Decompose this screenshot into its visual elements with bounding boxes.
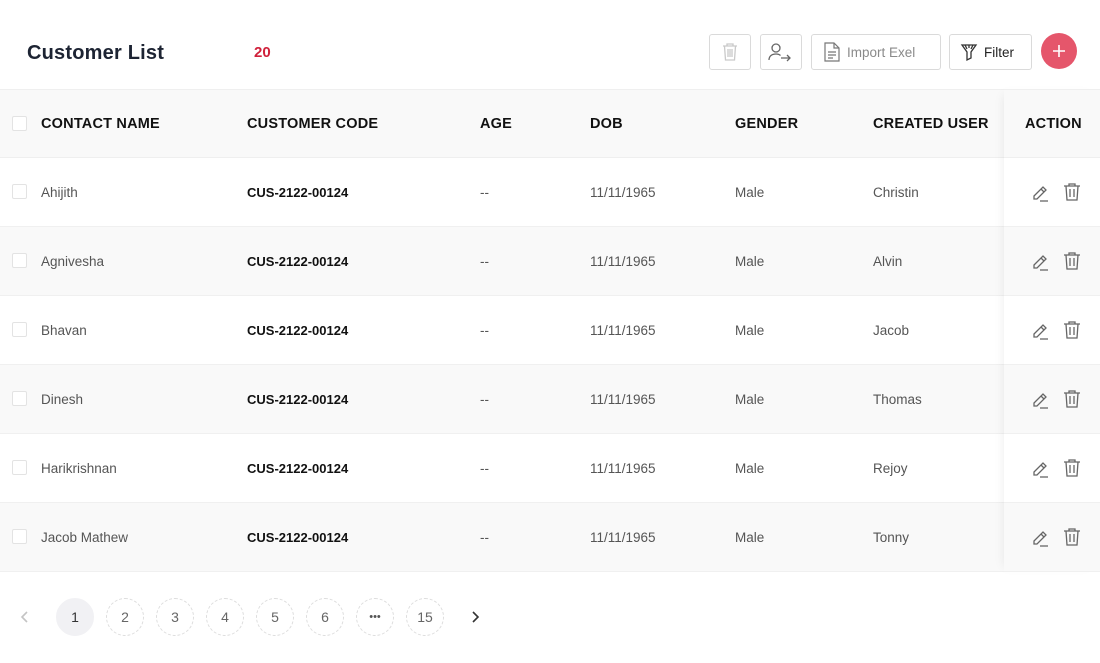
gender: Male bbox=[735, 460, 765, 476]
table-row[interactable]: Harikrishnan CUS-2122-00124 -- 11/11/196… bbox=[0, 434, 1100, 503]
row-checkbox[interactable] bbox=[12, 322, 27, 337]
gender: Male bbox=[735, 253, 765, 269]
filter-button[interactable]: Filter bbox=[949, 34, 1032, 70]
page-1-button[interactable]: 1 bbox=[56, 598, 94, 636]
column-header-contact-name[interactable]: CONTACT NAME bbox=[41, 90, 160, 157]
page-4-button[interactable]: 4 bbox=[206, 598, 244, 636]
funnel-icon bbox=[960, 44, 978, 62]
filter-label: Filter bbox=[984, 44, 1014, 60]
more-pages-button[interactable]: ••• bbox=[356, 598, 394, 636]
pencil-icon[interactable] bbox=[1030, 527, 1050, 547]
row-checkbox[interactable] bbox=[12, 529, 27, 544]
dob: 11/11/1965 bbox=[590, 460, 656, 476]
column-header-dob[interactable]: DOB bbox=[590, 90, 623, 157]
trash-icon bbox=[723, 43, 737, 61]
customer-count: 20 bbox=[254, 44, 271, 61]
dob: 11/11/1965 bbox=[590, 529, 656, 545]
page-3-button[interactable]: 3 bbox=[156, 598, 194, 636]
pagination: 1 2 3 4 5 6 ••• 15 bbox=[0, 597, 1100, 637]
age: -- bbox=[480, 184, 489, 200]
contact-name: Jacob Mathew bbox=[41, 529, 129, 545]
column-header-gender[interactable]: GENDER bbox=[735, 90, 798, 157]
contact-name: Bhavan bbox=[41, 322, 87, 338]
table-row[interactable]: Jacob Mathew CUS-2122-00124 -- 11/11/196… bbox=[0, 503, 1100, 572]
chevron-right-icon bbox=[472, 611, 480, 623]
page-title: Customer List bbox=[27, 42, 165, 64]
document-icon bbox=[824, 42, 840, 62]
age: -- bbox=[480, 529, 489, 545]
customer-code: CUS-2122-00124 bbox=[247, 529, 349, 545]
age: -- bbox=[480, 391, 489, 407]
table-row[interactable]: Bhavan CUS-2122-00124 -- 11/11/1965 Male… bbox=[0, 296, 1100, 365]
column-header-action: ACTION bbox=[1025, 115, 1082, 132]
customer-code: CUS-2122-00124 bbox=[247, 460, 349, 476]
next-page-button[interactable] bbox=[456, 598, 494, 636]
page-15-button[interactable]: 15 bbox=[406, 598, 444, 636]
customer-code: CUS-2122-00124 bbox=[247, 184, 349, 200]
import-label: Import Exel bbox=[847, 44, 916, 60]
created-user: Rejoy bbox=[873, 460, 908, 476]
gender: Male bbox=[735, 322, 765, 338]
table-row[interactable]: Dinesh CUS-2122-00124 -- 11/11/1965 Male… bbox=[0, 365, 1100, 434]
created-user: Christin bbox=[873, 184, 919, 200]
row-checkbox[interactable] bbox=[12, 460, 27, 475]
delete-selected-button[interactable] bbox=[709, 34, 751, 70]
dob: 11/11/1965 bbox=[590, 391, 656, 407]
column-header-age[interactable]: AGE bbox=[480, 90, 512, 157]
dob: 11/11/1965 bbox=[590, 184, 656, 200]
prev-page-button[interactable] bbox=[6, 598, 44, 636]
gender: Male bbox=[735, 184, 765, 200]
page-5-button[interactable]: 5 bbox=[256, 598, 294, 636]
age: -- bbox=[480, 322, 489, 338]
pencil-icon[interactable] bbox=[1030, 251, 1050, 271]
column-header-customer-code[interactable]: CUSTOMER CODE bbox=[247, 90, 378, 157]
trash-icon[interactable] bbox=[1063, 182, 1081, 202]
trash-icon[interactable] bbox=[1063, 389, 1081, 409]
pencil-icon[interactable] bbox=[1030, 182, 1050, 202]
row-checkbox[interactable] bbox=[12, 391, 27, 406]
customer-code: CUS-2122-00124 bbox=[247, 322, 349, 338]
page-2-button[interactable]: 2 bbox=[106, 598, 144, 636]
customer-table: CONTACT NAME CUSTOMER CODE AGE DOB GENDE… bbox=[0, 89, 1100, 572]
assign-user-button[interactable] bbox=[760, 34, 802, 70]
table-row[interactable]: Ahijith CUS-2122-00124 -- 11/11/1965 Mal… bbox=[0, 158, 1100, 227]
import-excel-button[interactable]: Import Exel bbox=[811, 34, 941, 70]
contact-name: Ahijith bbox=[41, 184, 78, 200]
page-6-button[interactable]: 6 bbox=[306, 598, 344, 636]
gender: Male bbox=[735, 529, 765, 545]
chevron-left-icon bbox=[20, 611, 28, 623]
contact-name: Dinesh bbox=[41, 391, 84, 407]
created-user: Tonny bbox=[873, 529, 910, 545]
dob: 11/11/1965 bbox=[590, 322, 656, 338]
column-header-created-user[interactable]: CREATED USER bbox=[873, 90, 989, 157]
customer-code: CUS-2122-00124 bbox=[247, 391, 349, 407]
trash-icon[interactable] bbox=[1063, 458, 1081, 478]
contact-name: Harikrishnan bbox=[41, 460, 117, 476]
table-row[interactable]: Agnivesha CUS-2122-00124 -- 11/11/1965 M… bbox=[0, 227, 1100, 296]
age: -- bbox=[480, 460, 489, 476]
row-checkbox[interactable] bbox=[12, 253, 27, 268]
age: -- bbox=[480, 253, 489, 269]
table-header: CONTACT NAME CUSTOMER CODE AGE DOB GENDE… bbox=[0, 89, 1100, 158]
row-checkbox[interactable] bbox=[12, 184, 27, 199]
dob: 11/11/1965 bbox=[590, 253, 656, 269]
pencil-icon[interactable] bbox=[1030, 389, 1050, 409]
gender: Male bbox=[735, 391, 765, 407]
trash-icon[interactable] bbox=[1063, 527, 1081, 547]
pencil-icon[interactable] bbox=[1030, 458, 1050, 478]
customer-code: CUS-2122-00124 bbox=[247, 253, 349, 269]
select-all-checkbox[interactable] bbox=[12, 115, 27, 131]
page-header: Customer List 20 Import Exel Filter bbox=[0, 0, 1100, 89]
created-user: Thomas bbox=[873, 391, 922, 407]
plus-icon bbox=[1053, 45, 1065, 57]
created-user: Jacob bbox=[873, 322, 910, 338]
created-user: Alvin bbox=[873, 253, 903, 269]
user-assign-icon bbox=[768, 43, 791, 62]
contact-name: Agnivesha bbox=[41, 253, 105, 269]
add-customer-button[interactable] bbox=[1041, 33, 1077, 69]
pencil-icon[interactable] bbox=[1030, 320, 1050, 340]
trash-icon[interactable] bbox=[1063, 320, 1081, 340]
trash-icon[interactable] bbox=[1063, 251, 1081, 271]
